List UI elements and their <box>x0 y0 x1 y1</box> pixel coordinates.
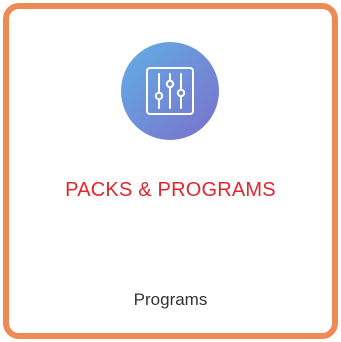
sliders-icon <box>146 67 194 115</box>
packs-programs-card[interactable]: PACKS & PROGRAMS Programs <box>3 3 338 339</box>
icon-badge <box>121 42 219 140</box>
card-title: PACKS & PROGRAMS <box>65 179 276 201</box>
card-subtitle: Programs <box>133 290 208 309</box>
